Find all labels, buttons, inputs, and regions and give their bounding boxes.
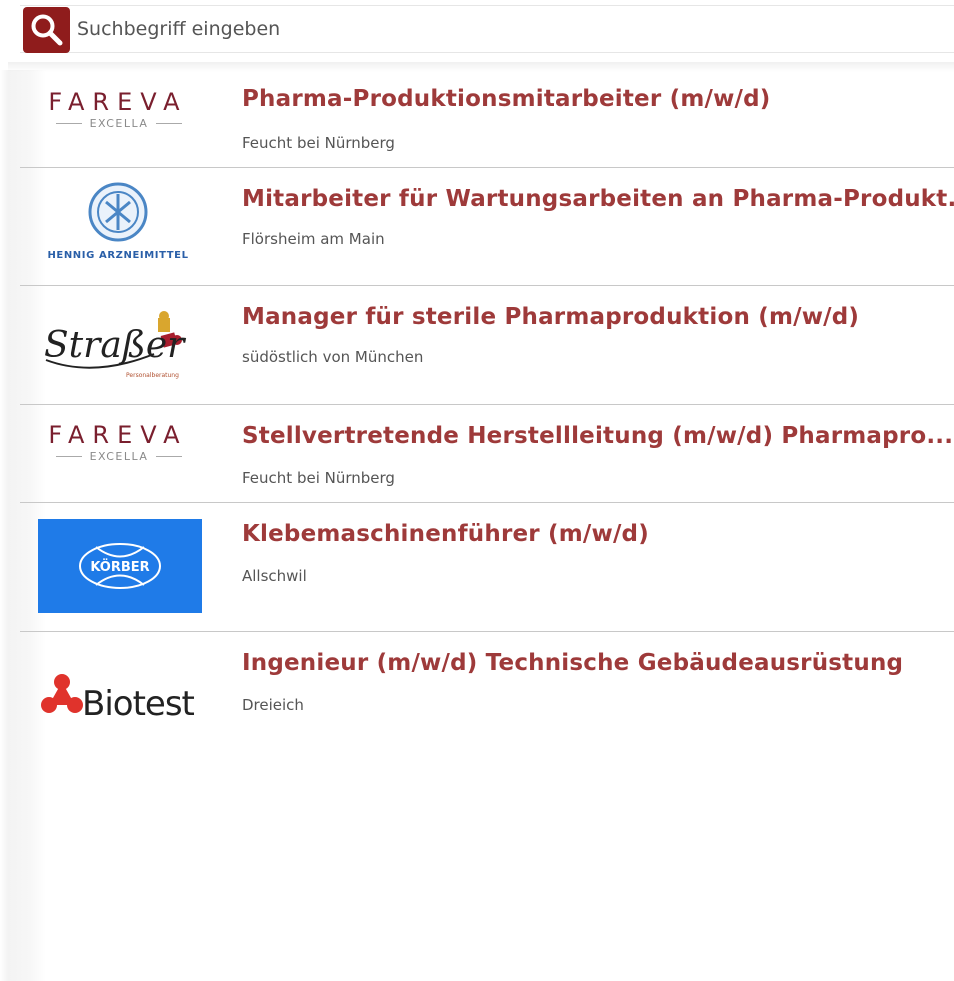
biotest-molecule-icon	[41, 674, 83, 713]
job-location: Allschwil	[242, 567, 307, 585]
job-listing[interactable]: Biotest Ingenieur (m/w/d) Technische Geb…	[20, 632, 954, 732]
search-button[interactable]	[23, 7, 70, 53]
logo-text: HENNIG ARZNEIMITTEL	[47, 250, 189, 261]
company-logo-koerber: KÖRBER	[38, 519, 202, 613]
logo-text: Straßer	[44, 325, 185, 366]
company-logo-fareva: FAREVA EXCELLA	[34, 78, 202, 174]
logo-subtext: EXCELLA	[44, 449, 194, 463]
job-title[interactable]: Mitarbeiter für Wartungsarbeiten an Phar…	[242, 186, 954, 212]
search-bar	[20, 5, 954, 53]
job-listing[interactable]: HENNIG ARZNEIMITTEL Mitarbeiter für Wart…	[20, 168, 954, 286]
job-title[interactable]: Stellvertretende Herstellleitung (m/w/d)…	[242, 423, 953, 449]
koerber-mark-icon: KÖRBER	[79, 543, 161, 589]
job-location: Feucht bei Nürnberg	[242, 469, 395, 487]
job-title[interactable]: Manager für sterile Pharmaproduktion (m/…	[242, 304, 859, 330]
company-logo-strasser: Straßer Personalberatung	[34, 298, 202, 394]
job-title[interactable]: Pharma-Produktionsmitarbeiter (m/w/d)	[242, 86, 771, 112]
logo-subtext: Personalberatung	[126, 372, 179, 379]
logo-text: Biotest	[82, 684, 195, 724]
logo-text: FAREVA	[48, 421, 188, 449]
job-list: FAREVA EXCELLA Pharma-Produktionsmitarbe…	[20, 70, 954, 732]
job-listing[interactable]: Straßer Personalberatung Manager für ste…	[20, 286, 954, 405]
job-title[interactable]: Ingenieur (m/w/d) Technische Gebäudeausr…	[242, 650, 903, 676]
hennig-emblem-icon	[88, 182, 148, 242]
search-icon	[31, 14, 62, 46]
job-location: südöstlich von München	[242, 348, 424, 366]
company-logo-hennig: HENNIG ARZNEIMITTEL	[34, 180, 202, 276]
search-input[interactable]	[77, 12, 937, 46]
company-logo-biotest: Biotest	[34, 644, 202, 740]
job-location: Feucht bei Nürnberg	[242, 134, 395, 152]
job-location: Dreieich	[242, 696, 304, 714]
job-listing[interactable]: FAREVA EXCELLA Stellvertretende Herstell…	[20, 405, 954, 503]
logo-text: FAREVA	[48, 88, 188, 116]
job-location: Flörsheim am Main	[242, 230, 385, 248]
logo-text: KÖRBER	[90, 559, 149, 575]
company-logo-fareva: FAREVA EXCELLA	[34, 411, 202, 507]
logo-subtext: EXCELLA	[44, 116, 194, 130]
job-listing[interactable]: FAREVA EXCELLA Pharma-Produktionsmitarbe…	[20, 70, 954, 168]
job-title[interactable]: Klebemaschinenführer (m/w/d)	[242, 521, 649, 547]
job-listing[interactable]: KÖRBER Klebemaschinenführer (m/w/d) Alls…	[20, 503, 954, 632]
